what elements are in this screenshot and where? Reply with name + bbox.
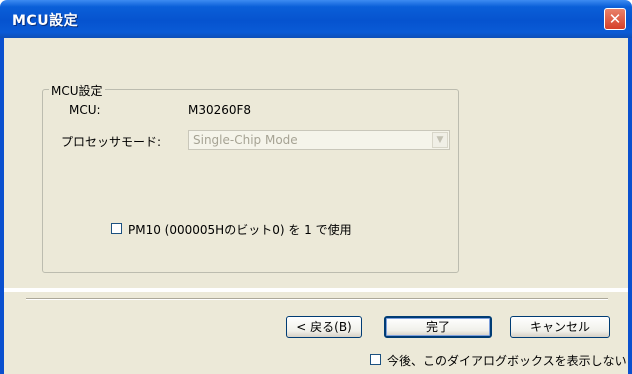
window-title: MCU設定 [12, 13, 79, 29]
footer-separator [26, 298, 608, 300]
dont-show-checkbox-label[interactable]: 今後、このダイアログボックスを表示しない [387, 352, 627, 369]
dont-show-checkbox[interactable] [370, 354, 381, 365]
close-icon: ✕ [608, 10, 622, 28]
cancel-button[interactable]: キャンセル [510, 316, 610, 338]
finish-button[interactable]: 完了 [384, 316, 492, 338]
pm10-checkbox-label[interactable]: PM10 (000005Hのビット0) を 1 で使用 [128, 221, 352, 238]
mcu-settings-group: MCU設定 MCU: M30260F8 プロセッサモード: Single-Chi… [42, 82, 459, 273]
dialog-footer: < 戻る(B) 完了 キャンセル 今後、このダイアログボックスを表示しない [4, 292, 628, 374]
dialog-content: MCU設定 MCU: M30260F8 プロセッサモード: Single-Chi… [4, 38, 628, 288]
processor-mode-select[interactable]: Single-Chip Mode ▼ [188, 130, 450, 150]
processor-mode-label: プロセッサモード: [61, 135, 162, 149]
back-button[interactable]: < 戻る(B) [286, 316, 362, 338]
processor-mode-value: Single-Chip Mode [193, 133, 298, 147]
mcu-label: MCU: [69, 103, 101, 117]
chevron-down-icon: ▼ [432, 132, 448, 148]
close-button[interactable]: ✕ [604, 8, 626, 30]
group-legend: MCU設定 [49, 82, 105, 99]
title-bar: MCU設定 ✕ [0, 0, 632, 38]
window-frame-right [628, 38, 632, 374]
mcu-value: M30260F8 [188, 103, 252, 117]
pm10-checkbox[interactable] [111, 223, 122, 234]
